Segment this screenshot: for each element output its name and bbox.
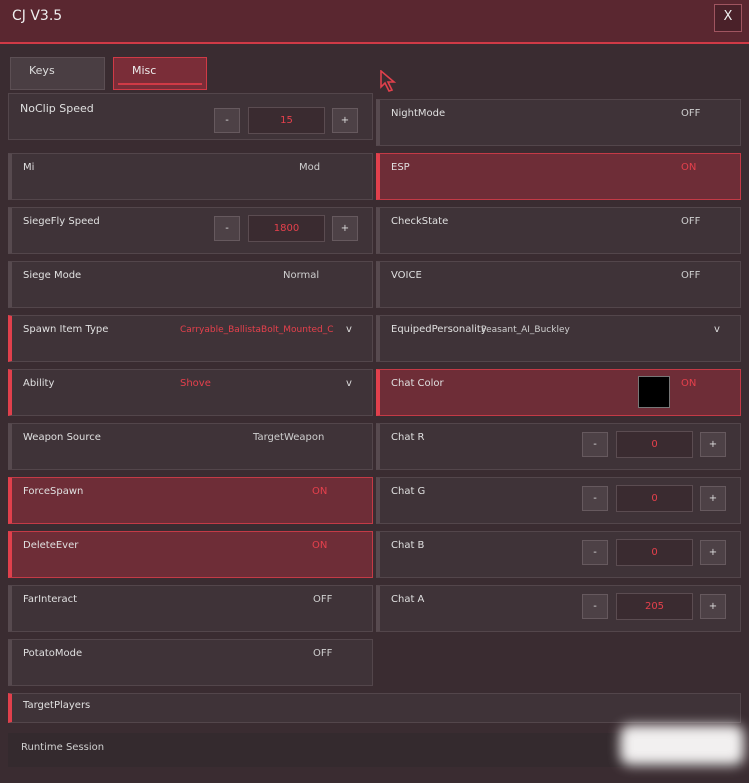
potato-mode-label: PotatoMode (23, 648, 83, 659)
target-players-label: TargetPlayers (23, 700, 91, 711)
far-interact-label: FarInteract (23, 594, 78, 605)
chevron-down-icon: v (346, 324, 352, 335)
runtime-session-label: Runtime Session (21, 742, 105, 753)
force-spawn-label: ForceSpawn (23, 486, 84, 497)
noclip-speed-row: NoClip Speed - 15 + (8, 93, 373, 140)
delete-ever-toggle[interactable]: DeleteEver ON (8, 531, 373, 578)
siege-mode-label: Siege Mode (23, 270, 82, 281)
weapon-source-value: TargetWeapon (253, 432, 325, 443)
potato-mode-toggle[interactable]: PotatoMode OFF (8, 639, 373, 686)
esp-label: ESP (391, 162, 410, 173)
chat-g-value[interactable]: 0 (616, 485, 693, 512)
ability-label: Ability (23, 378, 55, 389)
ability-value: Shove (180, 378, 211, 389)
force-spawn-value: ON (312, 486, 328, 497)
mi-label: Mi (23, 162, 35, 173)
siegefly-speed-value[interactable]: 1800 (248, 215, 325, 242)
chat-b-row: Chat B - 0 + (376, 531, 741, 578)
noclip-speed-value[interactable]: 15 (248, 107, 325, 134)
delete-ever-value: ON (312, 540, 328, 551)
siegefly-speed-row: SiegeFly Speed - 1800 + (8, 207, 373, 254)
esp-toggle[interactable]: ESP ON (376, 153, 741, 200)
chat-a-label: Chat A (391, 594, 425, 605)
chat-color-swatch[interactable] (638, 376, 670, 408)
blurred-overlay (620, 725, 744, 765)
siegefly-speed-minus-button[interactable]: - (214, 216, 240, 241)
chevron-down-icon: v (346, 378, 352, 389)
chat-a-plus-button[interactable]: + (700, 594, 726, 619)
check-state-toggle[interactable]: CheckState OFF (376, 207, 741, 254)
tab-misc[interactable]: Misc (113, 57, 207, 90)
far-interact-value: OFF (313, 594, 333, 605)
noclip-speed-plus-button[interactable]: + (332, 108, 358, 133)
spawn-item-type-value: Carryable_BallistaBolt_Mounted_C (180, 325, 334, 335)
equiped-personality-label: EquipedPersonality (391, 324, 487, 335)
chat-g-plus-button[interactable]: + (700, 486, 726, 511)
ability-dropdown[interactable]: Ability Shove v (8, 369, 373, 416)
esp-value: ON (681, 162, 697, 173)
potato-mode-value: OFF (313, 648, 333, 659)
spawn-item-type-dropdown[interactable]: Spawn Item Type Carryable_BallistaBolt_M… (8, 315, 373, 362)
chat-r-value[interactable]: 0 (616, 431, 693, 458)
voice-label: VOICE (391, 270, 422, 281)
siege-mode-value: Normal (283, 270, 320, 281)
chat-a-value[interactable]: 205 (616, 593, 693, 620)
chat-r-minus-button[interactable]: - (582, 432, 608, 457)
chat-b-value[interactable]: 0 (616, 539, 693, 566)
voice-toggle[interactable]: VOICE OFF (376, 261, 741, 308)
spawn-item-type-label: Spawn Item Type (23, 324, 109, 335)
tab-keys[interactable]: Keys (10, 57, 105, 90)
chat-g-minus-button[interactable]: - (582, 486, 608, 511)
check-state-value: OFF (681, 216, 701, 227)
chat-color-value: ON (681, 378, 697, 389)
title-bar: CJ V3.5 X (0, 0, 749, 44)
weapon-source-row[interactable]: Weapon Source TargetWeapon (8, 423, 373, 470)
delete-ever-label: DeleteEver (23, 540, 79, 551)
chat-r-row: Chat R - 0 + (376, 423, 741, 470)
night-mode-label: NightMode (391, 108, 446, 119)
mi-row[interactable]: Mi Mod (8, 153, 373, 200)
noclip-speed-minus-button[interactable]: - (214, 108, 240, 133)
chat-a-minus-button[interactable]: - (582, 594, 608, 619)
window-title: CJ V3.5 (12, 8, 63, 24)
siegefly-speed-plus-button[interactable]: + (332, 216, 358, 241)
noclip-speed-label: NoClip Speed (20, 102, 94, 115)
equiped-personality-value: Peasant_AI_Buckley (481, 325, 570, 335)
mi-value: Mod (299, 162, 321, 173)
mouse-cursor-icon (380, 70, 397, 92)
chevron-down-icon: v (714, 324, 720, 335)
check-state-label: CheckState (391, 216, 449, 227)
close-button[interactable]: X (714, 4, 742, 32)
far-interact-toggle[interactable]: FarInteract OFF (8, 585, 373, 632)
chat-g-label: Chat G (391, 486, 426, 497)
chat-color-label: Chat Color (391, 378, 444, 389)
target-players-row[interactable]: TargetPlayers (8, 693, 741, 723)
voice-value: OFF (681, 270, 701, 281)
chat-a-row: Chat A - 205 + (376, 585, 741, 632)
siege-mode-row[interactable]: Siege Mode Normal (8, 261, 373, 308)
chat-color-row[interactable]: Chat Color ON (376, 369, 741, 416)
chat-r-plus-button[interactable]: + (700, 432, 726, 457)
chat-g-row: Chat G - 0 + (376, 477, 741, 524)
chat-r-label: Chat R (391, 432, 425, 443)
night-mode-toggle[interactable]: NightMode OFF (376, 99, 741, 146)
chat-b-plus-button[interactable]: + (700, 540, 726, 565)
chat-b-minus-button[interactable]: - (582, 540, 608, 565)
equiped-personality-dropdown[interactable]: EquipedPersonality Peasant_AI_Buckley v (376, 315, 741, 362)
chat-b-label: Chat B (391, 540, 425, 551)
force-spawn-toggle[interactable]: ForceSpawn ON (8, 477, 373, 524)
night-mode-value: OFF (681, 108, 701, 119)
weapon-source-label: Weapon Source (23, 432, 101, 443)
siegefly-speed-label: SiegeFly Speed (23, 216, 100, 227)
